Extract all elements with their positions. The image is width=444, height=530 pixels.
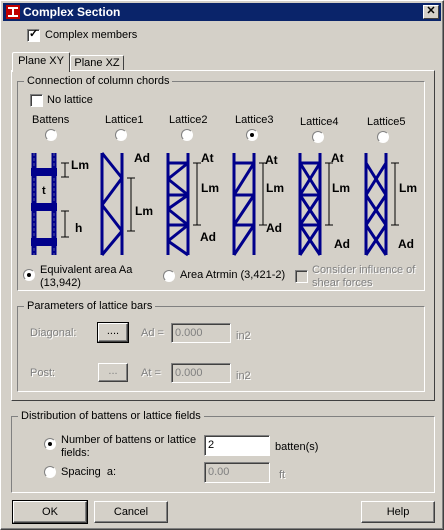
post-browse-button[interactable]: ... xyxy=(98,363,128,382)
lattice3-ad-label: Ad xyxy=(266,221,282,235)
diagonal-browse-label: .... xyxy=(106,325,120,337)
title-bar: Complex Section ✕ xyxy=(3,3,441,21)
number-of-battens-field[interactable]: 2 xyxy=(204,435,270,456)
number-of-battens-label-2: fields: xyxy=(61,447,90,459)
area-atrmin-radio[interactable] xyxy=(163,270,175,282)
diagonal-label: Diagonal: xyxy=(30,327,77,339)
spacing-field[interactable]: 0.00 xyxy=(204,462,270,483)
lattice5-diagram xyxy=(364,153,388,256)
diagonal-unit: in2 xyxy=(236,330,251,342)
lattice2-at-label: At xyxy=(201,151,214,165)
lattice1-ad-label: Ad xyxy=(134,151,150,165)
lattice3-label: Lattice3 xyxy=(235,114,274,126)
lattice1-diagram xyxy=(100,152,124,256)
tab-plane-xz-label: Plane XZ xyxy=(74,57,120,69)
lattice3-radio[interactable] xyxy=(246,129,258,141)
lattice4-radio[interactable] xyxy=(312,131,324,143)
close-button[interactable]: ✕ xyxy=(423,5,439,19)
lattice2-ad-label: Ad xyxy=(200,230,216,244)
diagonal-area-label: Ad = xyxy=(141,327,164,339)
lattice3-lm-label: Lm xyxy=(266,181,284,195)
lattice4-diagram xyxy=(298,153,322,256)
lattice5-lm-label: Lm xyxy=(399,181,417,195)
lattice4-label: Lattice4 xyxy=(300,116,339,128)
battens-lm-label: Lm xyxy=(71,158,89,172)
number-of-battens-radio[interactable] xyxy=(44,438,56,450)
number-of-battens-label: Number of battens or lattice xyxy=(61,434,197,446)
no-lattice-checkbox[interactable] xyxy=(30,94,43,107)
lattice2-radio[interactable] xyxy=(181,129,193,141)
cancel-button[interactable]: Cancel xyxy=(94,501,168,523)
lattice2-lm-label: Lm xyxy=(201,181,219,195)
lattice5-ad-label: Ad xyxy=(398,237,414,251)
lattice4-at-label: At xyxy=(331,151,344,165)
equivalent-area-radio[interactable] xyxy=(23,269,35,281)
lattice1-lm-label: Lm xyxy=(135,204,153,218)
lattice-bars-legend: Parameters of lattice bars xyxy=(24,299,156,313)
shear-forces-checkbox[interactable] xyxy=(295,270,308,283)
lattice2-label: Lattice2 xyxy=(169,114,208,126)
lattice1-label: Lattice1 xyxy=(105,114,144,126)
tab-plane-xy[interactable]: Plane XY xyxy=(12,52,70,72)
complex-members-checkbox[interactable]: ✓ xyxy=(27,28,40,42)
window-title: Complex Section xyxy=(23,5,121,19)
spacing-label: Spacing a: xyxy=(61,466,117,478)
lattice5-label: Lattice5 xyxy=(367,116,406,128)
post-area-field[interactable]: 0.000 xyxy=(171,363,231,383)
close-icon: ✕ xyxy=(426,5,436,17)
post-area-value: 0.000 xyxy=(175,367,203,379)
lattice2-diagram xyxy=(166,153,190,257)
lattice4-lm-label: Lm xyxy=(332,181,350,195)
lattice5-radio[interactable] xyxy=(377,131,389,143)
area-atrmin-label: Area Atrmin (3,421-2) xyxy=(180,269,286,281)
lattice4-ad-label: Ad xyxy=(334,237,350,251)
diagonal-browse-button[interactable]: .... xyxy=(97,322,129,343)
distribution-legend: Distribution of battens or lattice field… xyxy=(18,409,204,423)
equivalent-area-label: Equivalent area Aa xyxy=(40,264,133,276)
post-unit: in2 xyxy=(236,370,251,382)
number-of-battens-value: 2 xyxy=(208,439,215,451)
diagonal-area-value: 0.000 xyxy=(175,327,203,339)
help-button[interactable]: Help xyxy=(361,501,435,523)
spacing-unit: ft xyxy=(279,469,286,481)
cancel-label: Cancel xyxy=(113,506,149,518)
battens-radio[interactable] xyxy=(45,129,57,141)
help-label: Help xyxy=(386,506,410,518)
lattice1-radio[interactable] xyxy=(115,129,127,141)
app-icon xyxy=(6,5,20,19)
spacing-radio[interactable] xyxy=(44,466,56,478)
shear-forces-label-2: shear forces xyxy=(312,277,373,289)
post-label: Post: xyxy=(30,367,56,379)
battens-diagram xyxy=(31,153,69,255)
battens-t-label: t xyxy=(42,185,46,197)
diagonal-area-field[interactable]: 0.000 xyxy=(171,323,231,343)
shear-forces-label-1: Consider influence of xyxy=(312,264,416,276)
no-lattice-label: No lattice xyxy=(47,94,93,106)
check-icon: ✓ xyxy=(29,28,39,40)
lattice3-diagram xyxy=(232,153,256,256)
post-area-label: At = xyxy=(141,367,161,379)
spacing-value: 0.00 xyxy=(208,466,230,478)
lattice3-at-label: At xyxy=(265,153,278,167)
post-browse-label: ... xyxy=(108,365,118,377)
complex-section-dialog: Complex Section ✕ ✓ Complex members Plan… xyxy=(0,0,444,530)
ok-button[interactable]: OK xyxy=(12,500,88,524)
ok-label: OK xyxy=(42,506,58,518)
connection-legend: Connection of column chords xyxy=(24,74,173,88)
equivalent-area-value: (13,942) xyxy=(40,277,81,289)
tab-plane-xy-label: Plane XY xyxy=(18,55,64,67)
battens-h-label: h xyxy=(75,221,83,235)
battens-unit: batten(s) xyxy=(275,441,319,453)
tab-plane-xz[interactable]: Plane XZ xyxy=(70,55,124,71)
complex-members-label: Complex members xyxy=(45,29,138,41)
battens-label: Battens xyxy=(32,114,70,126)
